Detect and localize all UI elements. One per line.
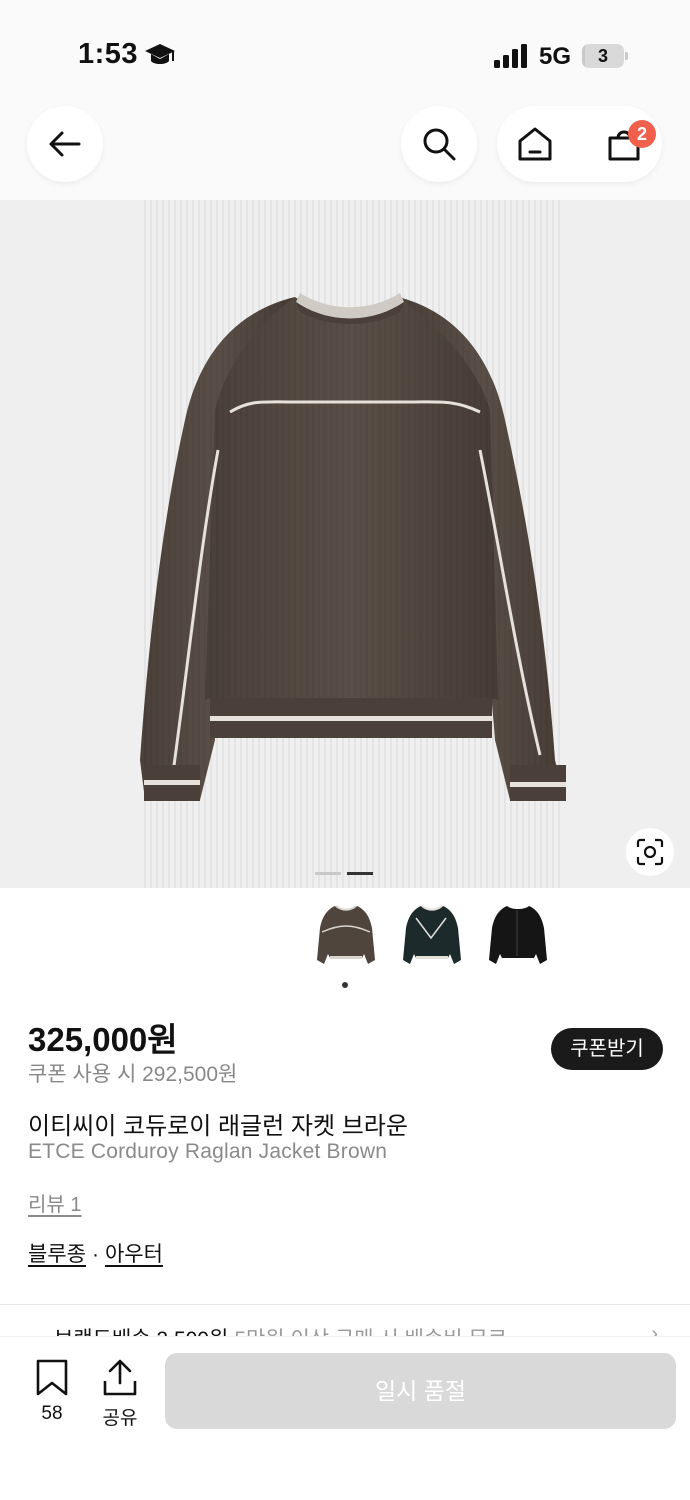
reviews-link[interactable]: 리뷰 1 — [28, 1188, 81, 1217]
home-cart-group: 2 — [497, 106, 662, 182]
home-icon — [518, 127, 552, 161]
product-name-english: ETCE Corduroy Raglan Jacket Brown — [28, 1140, 388, 1163]
battery-level: 3 — [597, 46, 608, 66]
share-label: 공유 — [102, 1408, 138, 1429]
lens-scan-icon — [636, 838, 664, 866]
sold-out-button[interactable]: 일시 품절 — [165, 1353, 676, 1429]
image-search-button[interactable] — [626, 828, 674, 876]
thumbnail-black-green[interactable] — [396, 898, 466, 972]
category-separator: · — [91, 1243, 99, 1266]
cart-count-badge: 2 — [628, 120, 656, 148]
selected-thumbnail-dot — [342, 982, 348, 988]
color-thumbnails — [0, 896, 690, 992]
product-price: 325,000원 — [28, 1021, 178, 1058]
product-image-gallery[interactable] — [0, 200, 690, 888]
battery-indicator: 3 — [582, 44, 628, 68]
home-button[interactable] — [497, 106, 573, 182]
bookmark-count: 58 — [41, 1403, 63, 1424]
gallery-pagination — [315, 872, 375, 876]
product-name-korean: 이티씨이 코듀로이 래글런 자켓 브라운 — [28, 1113, 408, 1140]
arrow-left-icon — [49, 131, 81, 157]
bottom-action-bar: 58 공유 일시 품절 — [0, 1336, 690, 1500]
coupon-price: 쿠폰 사용 시 292,500원 — [28, 1063, 238, 1086]
search-icon — [423, 128, 456, 161]
search-button[interactable] — [401, 106, 477, 182]
gallery-dot[interactable] — [315, 872, 341, 875]
cellular-signal-icon — [494, 44, 527, 68]
thumbnail-brown[interactable] — [310, 898, 380, 972]
top-nav: 2 — [0, 100, 690, 200]
get-coupon-button[interactable]: 쿠폰받기 — [551, 1028, 663, 1070]
cart-button[interactable]: 2 — [586, 106, 662, 182]
bookmark-button[interactable]: 58 — [24, 1359, 80, 1429]
status-time: 1:53 — [78, 38, 139, 70]
thumbnail-black[interactable] — [482, 898, 552, 972]
gallery-dot-active[interactable] — [347, 872, 373, 875]
share-button[interactable]: 공유 — [92, 1359, 148, 1429]
section-divider — [0, 1304, 690, 1305]
category-link-blouson[interactable]: 블루종 — [28, 1243, 86, 1266]
status-bar: 1:53 5G 3 — [0, 0, 690, 100]
category-breadcrumb: 블루종 · 아우터 — [28, 1238, 163, 1268]
network-type: 5G — [539, 43, 572, 70]
category-link-outer[interactable]: 아우터 — [105, 1243, 163, 1266]
bookmark-icon — [36, 1359, 68, 1396]
share-icon — [103, 1359, 137, 1396]
back-button[interactable] — [27, 106, 103, 182]
product-main-image — [140, 200, 566, 888]
graduation-cap-icon — [145, 44, 175, 64]
